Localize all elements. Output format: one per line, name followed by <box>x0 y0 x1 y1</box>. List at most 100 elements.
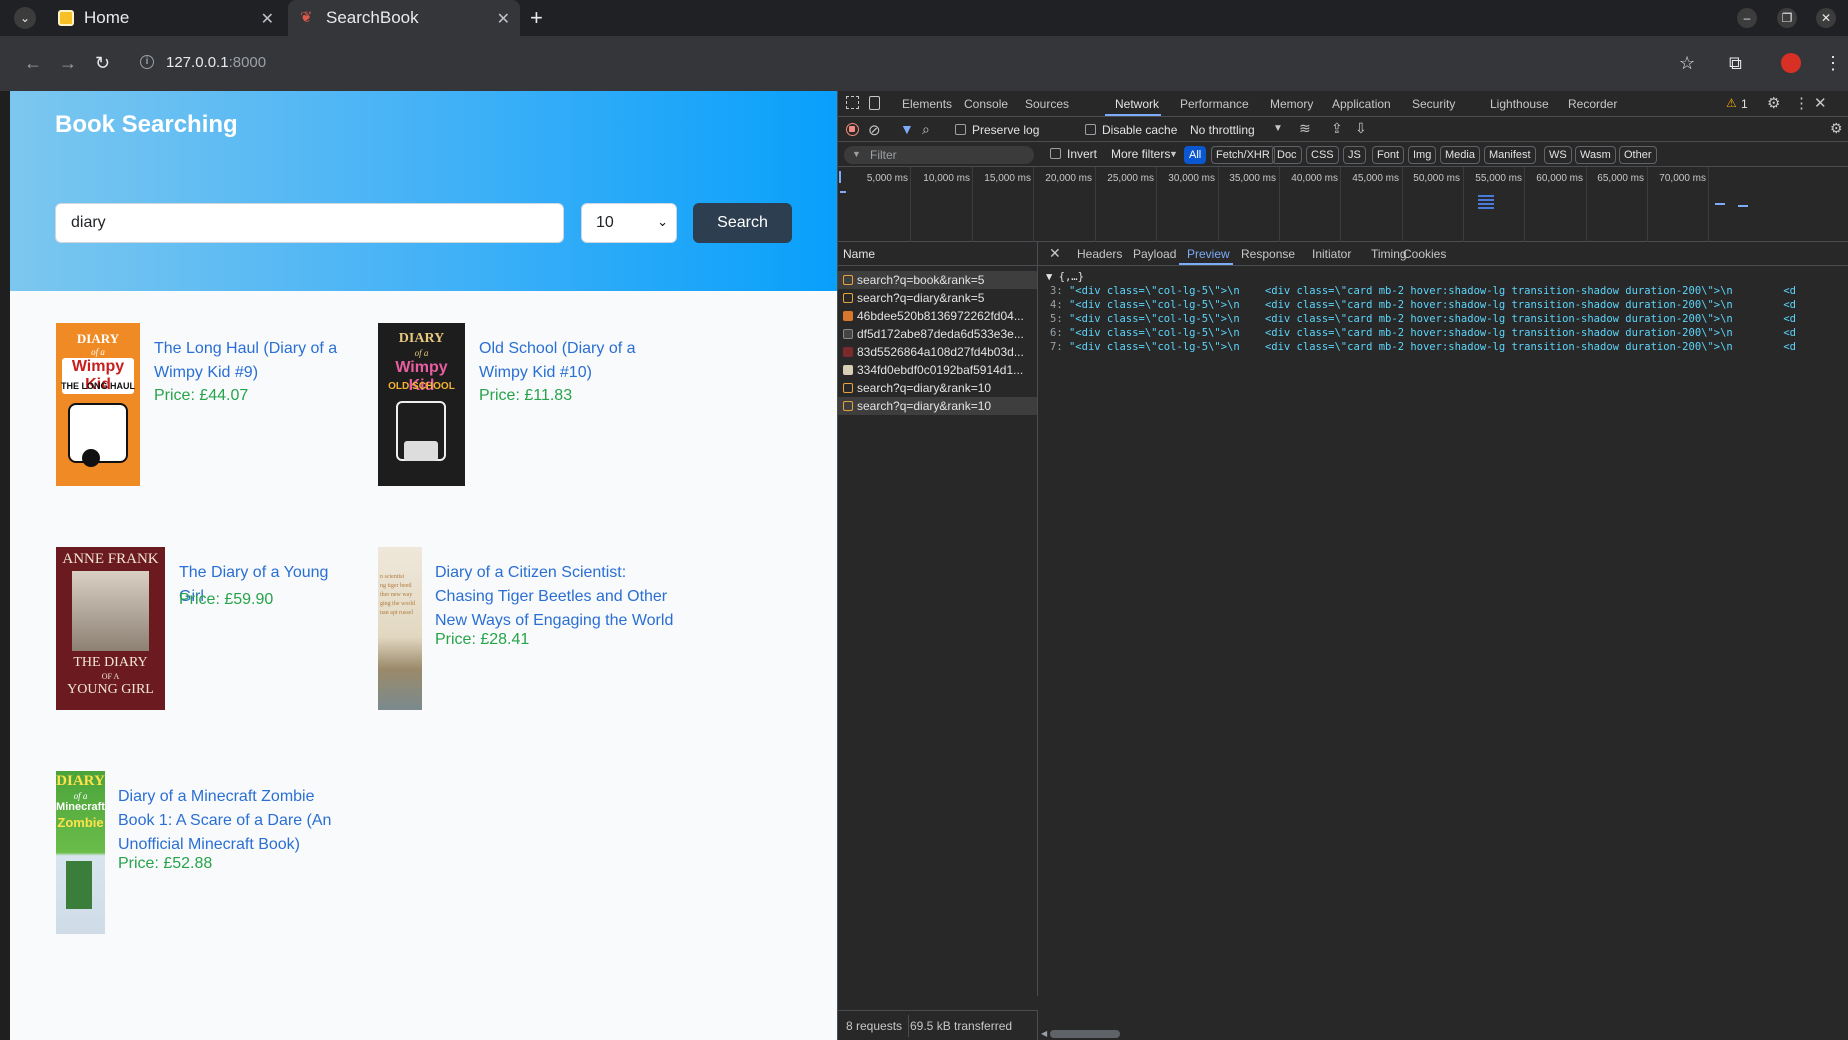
back-icon[interactable]: ← <box>24 54 42 72</box>
devtools-tab-memory[interactable]: Memory <box>1270 97 1313 111</box>
detail-tab-preview[interactable]: Preview <box>1187 247 1230 261</box>
browser-menu-icon[interactable]: ⋮ <box>1824 54 1842 72</box>
warning-icon[interactable]: ⚠ <box>1726 96 1737 110</box>
devtools-tab-application[interactable]: Application <box>1332 97 1391 111</box>
rank-select[interactable]: 10 ⌄ <box>581 203 677 243</box>
extensions-icon[interactable]: ⧉ <box>1729 54 1742 72</box>
close-tab-icon[interactable]: ✕ <box>261 9 274 29</box>
devtools-tab-performance[interactable]: Performance <box>1180 97 1249 111</box>
request-row[interactable]: search?q=diary&rank=10 <box>838 397 1037 415</box>
detail-tab-cookies[interactable]: Cookies <box>1403 247 1446 261</box>
type-filter-other[interactable]: Other <box>1619 146 1657 164</box>
tab-search-dropdown[interactable]: ⌄ <box>14 7 36 29</box>
request-row[interactable]: df5d172abe87deda6d533e3e... <box>838 325 1037 343</box>
book-title-link[interactable]: Diary of a Citizen Scientist: Chasing Ti… <box>435 561 675 633</box>
tab-searchbook[interactable]: ❦ SearchBook ✕ <box>288 0 520 36</box>
search-icon[interactable]: ⌕ <box>922 121 930 138</box>
devtools-tab-lighthouse[interactable]: Lighthouse <box>1490 97 1549 111</box>
book-cover-image[interactable]: ANNE FRANK THE DIARY OF A YOUNG GIRL <box>56 547 165 710</box>
devtools-tab-network[interactable]: Network <box>1115 97 1159 111</box>
preview-line[interactable]: 5: "<div class=\"col-lg-5\">\n <div clas… <box>1050 313 1796 325</box>
book-title-link[interactable]: Old School (Diary of a Wimpy Kid #10) <box>479 337 669 385</box>
name-column-header[interactable]: Name <box>843 247 875 261</box>
invert-checkbox[interactable] <box>1050 148 1061 159</box>
devtools-tab-recorder[interactable]: Recorder <box>1568 97 1617 111</box>
inspect-element-icon[interactable] <box>846 96 859 109</box>
devtools-tab-elements[interactable]: Elements <box>902 97 952 111</box>
preserve-log-checkbox[interactable] <box>955 124 966 135</box>
preview-line[interactable]: 7: "<div class=\"col-lg-5\">\n <div clas… <box>1050 341 1796 353</box>
detail-tab-timing[interactable]: Timing <box>1371 247 1407 261</box>
book-cover-image[interactable]: DIARY of a Wimpy Kid OLD SCHOOL <box>378 323 465 486</box>
request-row[interactable]: 46bdee520b8136972262fd04... <box>838 307 1037 325</box>
network-settings-icon[interactable]: ⚙ <box>1830 120 1843 137</box>
detail-tab-headers[interactable]: Headers <box>1077 247 1122 261</box>
book-cover-image[interactable]: DIARY of a Minecraft Zombie <box>56 771 105 934</box>
close-devtools-icon[interactable]: ✕ <box>1814 94 1827 112</box>
address-bar[interactable] <box>134 44 1704 82</box>
type-filter-media[interactable]: Media <box>1440 146 1480 164</box>
scroll-left-icon[interactable]: ◀ <box>1041 1029 1047 1038</box>
book-cover-image[interactable]: DIARY of a Wimpy Kid THE LONG HAUL <box>56 323 140 486</box>
more-filters-dropdown[interactable]: More filters <box>1111 147 1170 161</box>
new-tab-button[interactable]: + <box>530 5 543 31</box>
request-row[interactable]: search?q=diary&rank=5 <box>838 289 1037 307</box>
book-title-link[interactable]: The Long Haul (Diary of a Wimpy Kid #9) <box>154 337 344 385</box>
scrollbar-thumb[interactable] <box>1050 1030 1120 1038</box>
search-input[interactable]: diary <box>55 203 564 243</box>
filter-input[interactable]: Filter <box>844 146 1034 164</box>
close-window-button[interactable]: ✕ <box>1816 8 1836 28</box>
type-filter-doc[interactable]: Doc <box>1272 146 1302 164</box>
minimize-window-button[interactable]: – <box>1737 8 1757 28</box>
settings-gear-icon[interactable]: ⚙ <box>1767 94 1780 112</box>
close-tab-icon[interactable]: ✕ <box>497 9 510 29</box>
preview-horizontal-scrollbar[interactable]: ◀ <box>1038 1026 1848 1040</box>
search-button[interactable]: Search <box>693 203 792 243</box>
profile-avatar[interactable] <box>1781 53 1801 73</box>
type-filter-fetch-xhr[interactable]: Fetch/XHR <box>1211 146 1275 164</box>
network-conditions-icon[interactable]: ≋ <box>1299 120 1311 137</box>
clear-icon[interactable]: ⊘ <box>868 121 881 139</box>
filter-funnel-icon[interactable]: ▼ <box>900 121 914 137</box>
request-list-header[interactable]: Name <box>838 242 1038 266</box>
more-options-icon[interactable]: ⋮ <box>1794 94 1809 112</box>
type-filter-js[interactable]: JS <box>1343 146 1366 164</box>
forward-icon[interactable]: → <box>59 54 77 72</box>
type-filter-manifest[interactable]: Manifest <box>1484 146 1536 164</box>
detail-tab-payload[interactable]: Payload <box>1133 247 1176 261</box>
devtools-tab-console[interactable]: Console <box>964 97 1008 111</box>
throttling-select[interactable]: No throttling <box>1190 123 1255 137</box>
record-stop-icon[interactable] <box>846 123 859 136</box>
type-filter-img[interactable]: Img <box>1408 146 1437 164</box>
type-filter-ws[interactable]: WS <box>1544 146 1572 164</box>
tab-home[interactable]: Home ✕ <box>46 0 284 36</box>
preview-root[interactable]: ▼ {,…} <box>1046 271 1084 283</box>
request-row[interactable]: search?q=book&rank=5 <box>838 271 1037 289</box>
export-har-icon[interactable]: ⇩ <box>1355 120 1367 137</box>
type-filter-all[interactable]: All <box>1184 146 1207 164</box>
request-row[interactable]: 334fd0ebdf0c0192baf5914d1... <box>838 361 1037 379</box>
devtools-tab-security[interactable]: Security <box>1412 97 1455 111</box>
type-filter-font[interactable]: Font <box>1372 146 1405 164</box>
warning-count[interactable]: 1 <box>1741 97 1748 111</box>
close-detail-icon[interactable]: ✕ <box>1049 245 1061 262</box>
site-info-icon[interactable]: i <box>140 55 154 69</box>
book-cover-image[interactable]: n scientist ng tiger beetl ther new way gin… <box>378 547 422 710</box>
import-har-icon[interactable]: ⇪ <box>1331 120 1343 137</box>
bookmark-star-icon[interactable]: ☆ <box>1679 54 1695 72</box>
book-title-link[interactable]: Diary of a Minecraft Zombie Book 1: A Sc… <box>118 785 348 857</box>
request-row[interactable]: search?q=diary&rank=10 <box>838 379 1037 397</box>
preview-line[interactable]: 3: "<div class=\"col-lg-5\">\n <div clas… <box>1050 285 1796 297</box>
detail-tab-initiator[interactable]: Initiator <box>1312 247 1351 261</box>
request-row[interactable]: 83d5526864a108d27fd4b03d... <box>838 343 1037 361</box>
type-filter-wasm[interactable]: Wasm <box>1575 146 1616 164</box>
detail-tab-response[interactable]: Response <box>1241 247 1295 261</box>
disable-cache-checkbox[interactable] <box>1085 124 1096 135</box>
reload-icon[interactable]: ↻ <box>95 54 110 72</box>
preview-line[interactable]: 4: "<div class=\"col-lg-5\">\n <div clas… <box>1050 299 1796 311</box>
preview-line[interactable]: 6: "<div class=\"col-lg-5\">\n <div clas… <box>1050 327 1796 339</box>
restore-window-button[interactable]: ❐ <box>1777 8 1797 28</box>
device-toolbar-icon[interactable] <box>869 96 880 110</box>
devtools-tab-sources[interactable]: Sources <box>1025 97 1069 111</box>
type-filter-css[interactable]: CSS <box>1306 146 1339 164</box>
